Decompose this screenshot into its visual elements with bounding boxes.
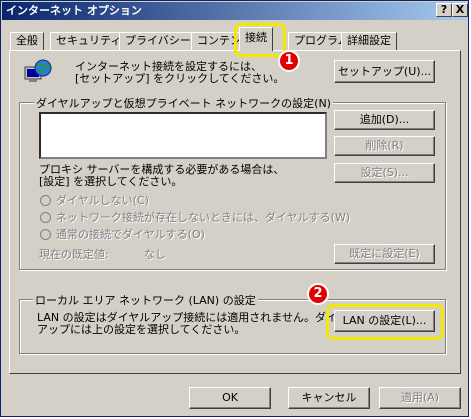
tab-advanced[interactable]: 詳細設定 <box>341 32 397 50</box>
step-badge-1: 1 <box>278 50 300 72</box>
proxy-text-line2: [設定] を選択してください。 <box>39 175 183 188</box>
lan-group-label: ローカル エリア ネットワーク (LAN) の設定 <box>33 292 258 308</box>
radio-never-dial-label: ダイヤルしない(C) <box>56 194 149 207</box>
cancel-button[interactable]: キャンセル <box>288 387 370 409</box>
settings-button[interactable]: 設定(S)... <box>334 163 435 183</box>
set-default-button[interactable]: 既定に設定(E) <box>334 244 435 264</box>
radio-always-dial[interactable] <box>40 229 51 240</box>
radio-never-dial[interactable] <box>40 195 51 206</box>
delete-button[interactable]: 削除(R) <box>334 136 435 156</box>
setup-text-line2: [セットアップ] をクリックしてください。 <box>75 72 285 85</box>
help-icon: ? <box>440 3 448 16</box>
tab-privacy[interactable]: プライバシー <box>119 32 197 50</box>
internet-options-dialog: インターネット オプション ? X 全般 セキュリティ プライバシー コンテンツ… <box>0 0 469 417</box>
highlight-lan-settings <box>326 304 444 340</box>
step-badge-2: 2 <box>307 283 329 305</box>
connections-listbox[interactable] <box>39 112 327 159</box>
title-bar: インターネット オプション <box>2 2 467 20</box>
tab-general[interactable]: 全般 <box>10 32 44 50</box>
help-button[interactable]: ? <box>436 3 452 17</box>
add-button[interactable]: 追加(D)... <box>334 110 435 130</box>
tab-connections[interactable]: 接続 <box>239 27 273 51</box>
network-globe-icon <box>23 59 53 87</box>
window-title: インターネット オプション <box>6 4 142 17</box>
radio-dial-when-no-network-label: ネットワーク接続が存在しないときには、ダイヤルする(W) <box>56 211 351 224</box>
close-icon: X <box>455 3 465 16</box>
lan-text-line2: アップには上の設定を選択してください。 <box>37 323 246 336</box>
setup-button[interactable]: セットアップ(U)... <box>334 60 435 83</box>
tab-security[interactable]: セキュリティ <box>50 32 128 50</box>
apply-button[interactable]: 適用(A) <box>379 387 461 409</box>
radio-dial-when-no-network[interactable] <box>40 212 51 223</box>
radio-always-dial-label: 通常の接続でダイヤルする(O) <box>56 228 205 241</box>
current-default-value: なし <box>144 248 166 261</box>
ok-button[interactable]: OK <box>189 387 271 409</box>
close-button[interactable]: X <box>452 3 468 17</box>
dialup-group-label: ダイヤルアップと仮想プライベート ネットワークの設定(N) <box>34 95 333 111</box>
current-default-label: 現在の既定値: <box>39 248 109 261</box>
